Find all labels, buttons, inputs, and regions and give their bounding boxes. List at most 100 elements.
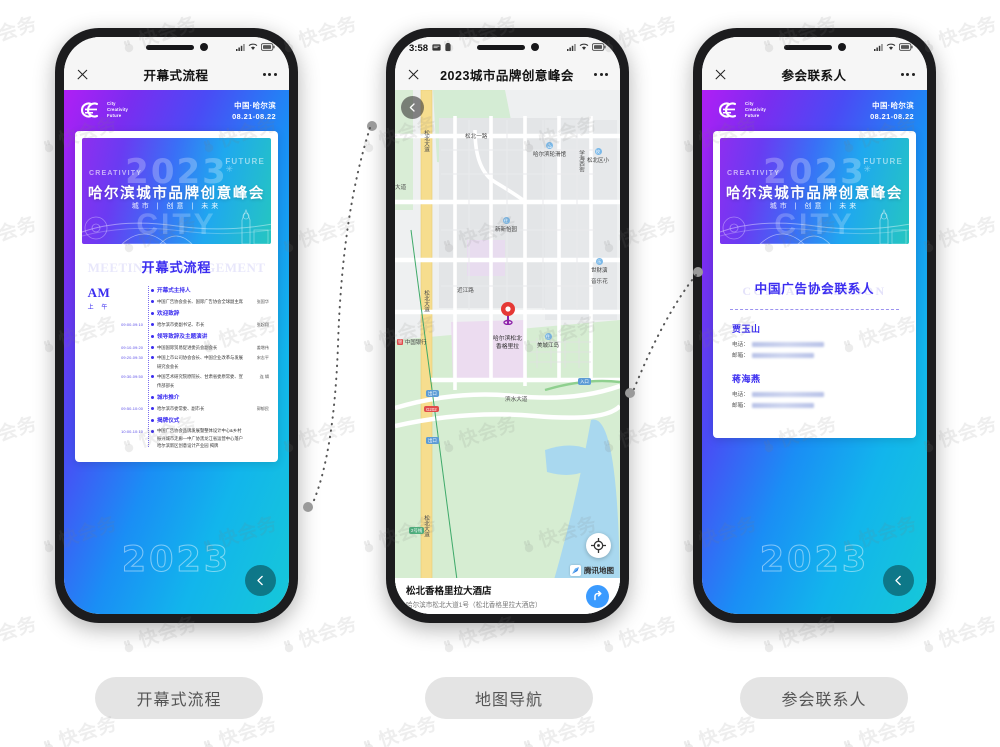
- schedule-item-row: 09:10-09:20 中国国际贸易促进委员会副会长 姜增伟: [117, 343, 269, 352]
- contact-person: 蒋海燕 电话： 邮箱：: [732, 372, 897, 409]
- map-label-road-4: 大道: [395, 185, 407, 191]
- schedule-time: 09:20-09:30: [121, 355, 143, 361]
- contact-heading: CONTACT PERSON 中国广告协会联系人: [726, 263, 903, 300]
- wifi-icon: [886, 43, 896, 53]
- back-icon: [895, 575, 901, 586]
- schedule-group-row: 欢迎致辞: [117, 309, 269, 319]
- map-label-road: 松北大道: [423, 130, 429, 153]
- schedule-item-row: 09:20-09:30 中国上市公司协会会长、中国企业改革与发展研究会会长 宋志平: [117, 353, 269, 371]
- schedule-time: 09:30-09:50: [121, 374, 143, 380]
- phone2-navbar: 2023城市品牌创意峰会: [395, 59, 620, 90]
- contact-email-value[interactable]: [751, 402, 814, 408]
- poi-skating-rink[interactable]: ⛸ 哈尔滨轮滑馆: [533, 142, 566, 158]
- logo-wordmark: City Creativity Future: [107, 101, 128, 119]
- brand-row: City Creativity Future 中国·哈尔滨 08.21-08.2…: [64, 90, 289, 122]
- schedule-bullet-icon: [148, 372, 157, 378]
- schedule-time: 09:50-10:00: [121, 406, 143, 412]
- ampm-label: AM: [87, 285, 111, 301]
- logo-wordmark: City Creativity Future: [745, 101, 766, 119]
- schedule-text: 城市推介: [157, 395, 180, 402]
- schedule-text: 中国广告协会品牌发展暨整体设计中心&乡村振兴城市走廊—中广协黑龙江省运营中心落户…: [157, 428, 243, 449]
- notch-camera: [837, 43, 846, 51]
- schedule-bullet-icon: [148, 416, 157, 422]
- poi-shicai-yanyin[interactable]: 乐 世财演: [591, 258, 608, 274]
- statusbar-left: 3:58: [409, 42, 451, 54]
- back-icon: [409, 103, 415, 112]
- schedule-text: 开幕式主持人: [157, 288, 191, 295]
- back-icon: [257, 575, 263, 586]
- close-icon[interactable]: [76, 68, 89, 81]
- navigate-button[interactable]: [586, 584, 609, 608]
- contact-name: 蒋海燕: [732, 374, 761, 385]
- brand-row: City Creativity Future 中国·哈尔滨 08.21-08.2…: [702, 90, 927, 122]
- signal-icon: [874, 43, 883, 53]
- schedule-group-row: 城市推介: [117, 393, 269, 403]
- venue-info-panel: 松北香格里拉大酒店 哈尔滨市松北大道1号（松北香格里拉大酒店）: [395, 578, 620, 614]
- close-icon[interactable]: [407, 68, 420, 81]
- poi-songbei-school[interactable]: 校 松北区小: [587, 148, 609, 164]
- battery-icon: [898, 43, 913, 53]
- snowflake-icon: ✳: [225, 164, 233, 175]
- more-icon[interactable]: [594, 73, 608, 76]
- poi-xinxin-yiyuan[interactable]: 住 新新怡园: [495, 217, 517, 233]
- back-button[interactable]: [883, 565, 914, 596]
- snowflake-icon: ✳: [863, 164, 871, 175]
- schedule-person: 姜增伟: [256, 345, 269, 351]
- back-button[interactable]: [245, 565, 276, 596]
- schedule-bullet-icon: [148, 343, 157, 349]
- poi-bank-of-china[interactable]: 银 中国银行: [397, 338, 427, 346]
- poi-meicheng-jiangdao[interactable]: 住 美城江岛: [537, 333, 559, 349]
- schedule-person: 张起翔: [256, 322, 269, 328]
- contact-phone-value[interactable]: [751, 391, 824, 397]
- page-title: 参会联系人: [781, 69, 847, 83]
- event-poster: 2023 CREATIVITY FUTURE ✳ 哈尔滨城市品牌创意峰会 城市 …: [720, 138, 909, 245]
- schedule-group-row: 开幕式主持人: [117, 286, 269, 296]
- schedule-item-row: 09:30-09:50 中国艺术研究院原院长、甘肃省委原常委、宣传部部长 连 辑: [117, 372, 269, 390]
- map-label-road-3: 松北大道: [423, 515, 429, 538]
- schedule-rows: 开幕式主持人 中国广告协会会长、国际广告协会全球副主席 张国华 欢迎致辞 09:00-0…: [117, 283, 269, 451]
- battery-icon: [260, 43, 275, 53]
- page-title: 2023城市品牌创意峰会: [440, 69, 574, 83]
- caption-opening-ceremony[interactable]: 开幕式流程: [95, 677, 263, 719]
- contact-email-row: 邮箱：: [732, 351, 897, 359]
- schedule-ampm: AM 上 午: [84, 283, 114, 451]
- badge-g202: G202: [424, 406, 439, 412]
- poi-pin-icon: 住: [502, 217, 510, 224]
- more-icon[interactable]: [262, 73, 277, 76]
- phone3-navbar: 参会联系人: [702, 59, 927, 90]
- event-poster: 2023 CREATIVITY FUTURE ✳ 哈尔滨城市品牌创意峰会 城市 …: [82, 138, 271, 245]
- phone3-body: City Creativity Future 中国·哈尔滨 08.21-08.2…: [702, 90, 927, 614]
- more-icon[interactable]: [900, 73, 915, 76]
- event-dates: 08.21-08.22: [232, 111, 276, 121]
- map-back-button[interactable]: [401, 96, 424, 119]
- schedule-item-row: 09:50-10:00 哈尔滨市委常委、副市长 郭郁民: [117, 404, 269, 413]
- schedule-bullet-icon: [148, 353, 157, 359]
- schedule-group-row: 领导致辞及主题演讲: [117, 332, 269, 342]
- schedule-text: 领导致辞及主题演讲: [157, 334, 208, 341]
- statusbar-right: [236, 43, 275, 53]
- schedule-item-row: 中国广告协会会长、国际广告协会全球副主席 张国华: [117, 297, 269, 306]
- notch-speaker: [783, 44, 832, 50]
- signal-icon: [236, 43, 245, 53]
- contact-people-list: 贾玉山 电话： 邮箱： 蒋海燕 电话： 邮箱：: [726, 322, 903, 409]
- contact-person: 贾玉山 电话： 邮箱：: [732, 322, 897, 359]
- caption-row: 开幕式流程 地图导航 参会联系人: [0, 677, 1000, 719]
- venue-info-text: 松北香格里拉大酒店 哈尔滨市松北大道1号（松北香格里拉大酒店）: [406, 583, 542, 609]
- badge-entrance: 入口: [578, 378, 591, 385]
- schedule-item-row: 10:00-10:10 中国广告协会品牌发展暨整体设计中心&乡村振兴城市走廊—中广…: [117, 427, 269, 450]
- poster-creativity-text: CREATIVITY: [727, 170, 781, 178]
- statusbar-right: [567, 43, 606, 53]
- contact-email-value[interactable]: [751, 352, 814, 358]
- ccf-logo-icon: [81, 102, 99, 118]
- schedule-text: 中国上市公司协会会长、中国企业改革与发展研究会会长: [157, 355, 243, 370]
- caption-contacts[interactable]: 参会联系人: [740, 677, 908, 719]
- map-canvas[interactable]: 松北大道 松北大道 松北大道 大道 松北一路 近江路 学海西街 滨水大道 ⛸ 哈…: [395, 90, 620, 614]
- schedule-heading: MEETING ARRANGEMENT 开幕式流程: [84, 253, 269, 278]
- caption-map-navigation[interactable]: 地图导航: [425, 677, 593, 719]
- locate-button[interactable]: [586, 533, 611, 558]
- schedule-text: 中国国际贸易促进委员会副会长: [157, 345, 218, 351]
- venue-marker[interactable]: [499, 301, 516, 330]
- close-icon[interactable]: [714, 68, 727, 81]
- map-label-xuehai-west: 学海西街: [578, 150, 584, 173]
- contact-phone-value[interactable]: [751, 341, 824, 347]
